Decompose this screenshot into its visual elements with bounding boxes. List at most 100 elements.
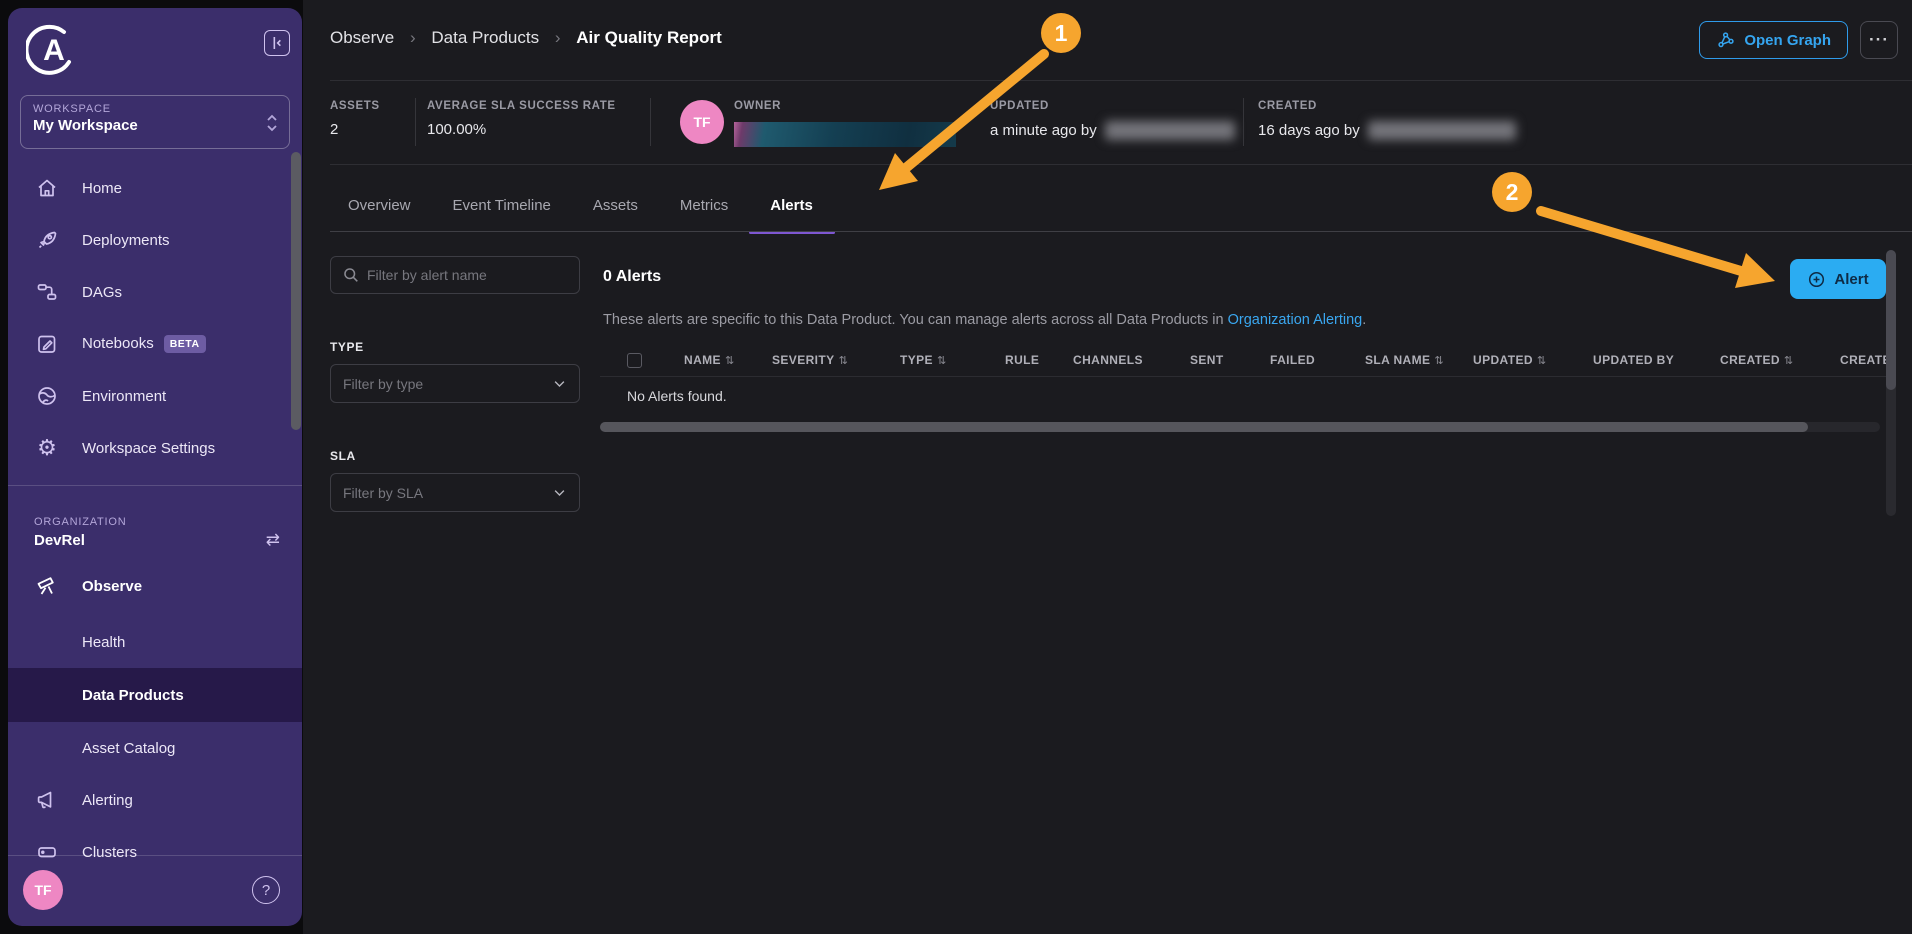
owner-avatar[interactable]: TF (680, 100, 724, 144)
sidebar-item-data-products[interactable]: Data Products (8, 668, 302, 722)
user-avatar[interactable]: TF (23, 870, 63, 910)
sidebar-item-environment[interactable]: Environment (8, 370, 302, 422)
page-title: Air Quality Report (576, 28, 721, 47)
divider (600, 376, 1886, 377)
column-header-severity[interactable]: SEVERITY⇅ (772, 353, 900, 367)
chevron-down-icon (552, 376, 567, 391)
sidebar-collapse-icon[interactable] (264, 30, 290, 56)
tab-metrics[interactable]: Metrics (680, 180, 728, 231)
alerts-description: These alerts are specific to this Data P… (603, 312, 1366, 328)
type-filter-label: TYPE (330, 340, 580, 354)
sort-icon: ⇅ (937, 355, 947, 367)
sidebar: A WORKSPACE My Workspace Home (8, 8, 302, 926)
horizontal-scrollbar-thumb[interactable] (600, 422, 1808, 432)
search-input[interactable]: Filter by alert name (330, 256, 580, 294)
chevron-updown-icon (265, 111, 279, 135)
search-icon (342, 266, 360, 284)
select-all-cell (627, 353, 684, 368)
sidebar-item-deployments[interactable]: Deployments (8, 214, 302, 266)
column-header-updated-by: UPDATED BY (1593, 353, 1720, 367)
tab-overview[interactable]: Overview (348, 180, 411, 231)
add-alert-button[interactable]: Alert (1790, 259, 1886, 299)
stat-assets: ASSETS 2 (330, 100, 380, 138)
sidebar-item-label: Observe (82, 578, 142, 595)
alerts-table-header: NAME⇅ SEVERITY⇅ TYPE⇅ RULE CHANNELS SENT… (600, 344, 1886, 376)
vertical-scrollbar[interactable] (1886, 250, 1896, 516)
alerts-panel: 0 Alerts Alert These alerts are specific… (600, 252, 1886, 552)
stats-bar: ASSETS 2 AVERAGE SLA SUCCESS RATE 100.00… (303, 96, 1912, 154)
dag-icon (34, 279, 60, 305)
tab-event-timeline[interactable]: Event Timeline (453, 180, 551, 231)
alerts-count: 0 Alerts (603, 268, 661, 286)
divider (330, 80, 1912, 81)
vertical-scrollbar-thumb[interactable] (1886, 250, 1896, 390)
tab-alerts[interactable]: Alerts (770, 180, 813, 231)
organization-label: ORGANIZATION (34, 516, 127, 528)
sidebar-item-label: Workspace Settings (82, 440, 215, 457)
astronomer-logo[interactable]: A (26, 24, 78, 76)
horizontal-scrollbar[interactable] (600, 422, 1880, 432)
sidebar-divider (8, 485, 302, 486)
sidebar-item-asset-catalog[interactable]: Asset Catalog (8, 722, 302, 774)
svg-text:A: A (43, 34, 65, 67)
column-header-channels: CHANNELS (1073, 353, 1190, 367)
owner-name-redacted (734, 122, 956, 147)
empty-state-message: No Alerts found. (627, 388, 727, 404)
sidebar-item-workspace-settings[interactable]: ⚙ Workspace Settings (8, 422, 302, 474)
sidebar-item-notebooks[interactable]: NotebooksBETA (8, 318, 302, 370)
stat-updated: UPDATED a minute ago by (990, 100, 1235, 140)
column-header-failed: FAILED (1270, 353, 1365, 367)
gear-icon: ⚙ (34, 435, 60, 461)
tab-bar: Overview Event Timeline Assets Metrics A… (348, 180, 813, 231)
sidebar-item-health[interactable]: Health (8, 616, 302, 668)
sidebar-item-home[interactable]: Home (8, 162, 302, 214)
divider (330, 164, 1912, 165)
sidebar-item-dags[interactable]: DAGs (8, 266, 302, 318)
home-icon (34, 175, 60, 201)
sidebar-item-alerting[interactable]: Alerting (8, 774, 302, 826)
column-header-updated[interactable]: UPDATED⇅ (1473, 353, 1593, 367)
sla-filter-select[interactable]: Filter by SLA (330, 473, 580, 512)
sidebar-scrollbar[interactable] (291, 152, 301, 430)
column-header-type[interactable]: TYPE⇅ (900, 353, 1005, 367)
sidebar-item-label: Health (82, 634, 125, 651)
chevron-down-icon (552, 485, 567, 500)
workspace-selector[interactable]: WORKSPACE My Workspace (20, 95, 290, 149)
telescope-icon (34, 573, 60, 599)
globe-icon (34, 383, 60, 409)
megaphone-icon (34, 787, 60, 813)
graph-icon (1716, 30, 1736, 50)
sla-filter-label: SLA (330, 449, 580, 463)
sort-icon: ⇅ (1784, 355, 1794, 367)
sidebar-item-label: Home (82, 180, 122, 197)
ellipsis-icon: ··· (1869, 30, 1889, 50)
sidebar-item-label: Deployments (82, 232, 170, 249)
breadcrumb-observe[interactable]: Observe (330, 28, 394, 47)
notebook-icon (34, 331, 60, 357)
tab-assets[interactable]: Assets (593, 180, 638, 231)
main-content: Observe › Data Products › Air Quality Re… (303, 0, 1912, 934)
chevron-right-icon: › (410, 28, 416, 47)
workspace-label: WORKSPACE (33, 103, 277, 115)
more-options-button[interactable]: ··· (1860, 21, 1898, 59)
switch-organization-icon[interactable]: ⇄ (266, 530, 280, 550)
breadcrumb: Observe › Data Products › Air Quality Re… (330, 28, 722, 48)
column-header-created-by: CREATED BY (1840, 353, 1886, 367)
sidebar-item-label: Asset Catalog (82, 740, 175, 757)
sort-icon: ⇅ (725, 355, 735, 367)
column-header-sla-name[interactable]: SLA NAME⇅ (1365, 353, 1473, 367)
column-header-created[interactable]: CREATED⇅ (1720, 353, 1840, 367)
help-icon[interactable]: ? (252, 876, 280, 904)
sidebar-item-label: NotebooksBETA (82, 335, 206, 353)
organization-alerting-link[interactable]: Organization Alerting (1228, 312, 1363, 328)
beta-badge: BETA (164, 335, 206, 353)
sidebar-item-label: Data Products (82, 687, 184, 704)
select-all-checkbox[interactable] (627, 353, 642, 368)
type-filter-select[interactable]: Filter by type (330, 364, 580, 403)
open-graph-button[interactable]: Open Graph (1699, 21, 1848, 59)
divider (650, 98, 651, 146)
breadcrumb-data-products[interactable]: Data Products (431, 28, 539, 47)
stat-sla-success-rate: AVERAGE SLA SUCCESS RATE 100.00% (427, 100, 616, 138)
column-header-name[interactable]: NAME⇅ (684, 353, 772, 367)
sidebar-item-observe[interactable]: Observe (8, 560, 302, 612)
